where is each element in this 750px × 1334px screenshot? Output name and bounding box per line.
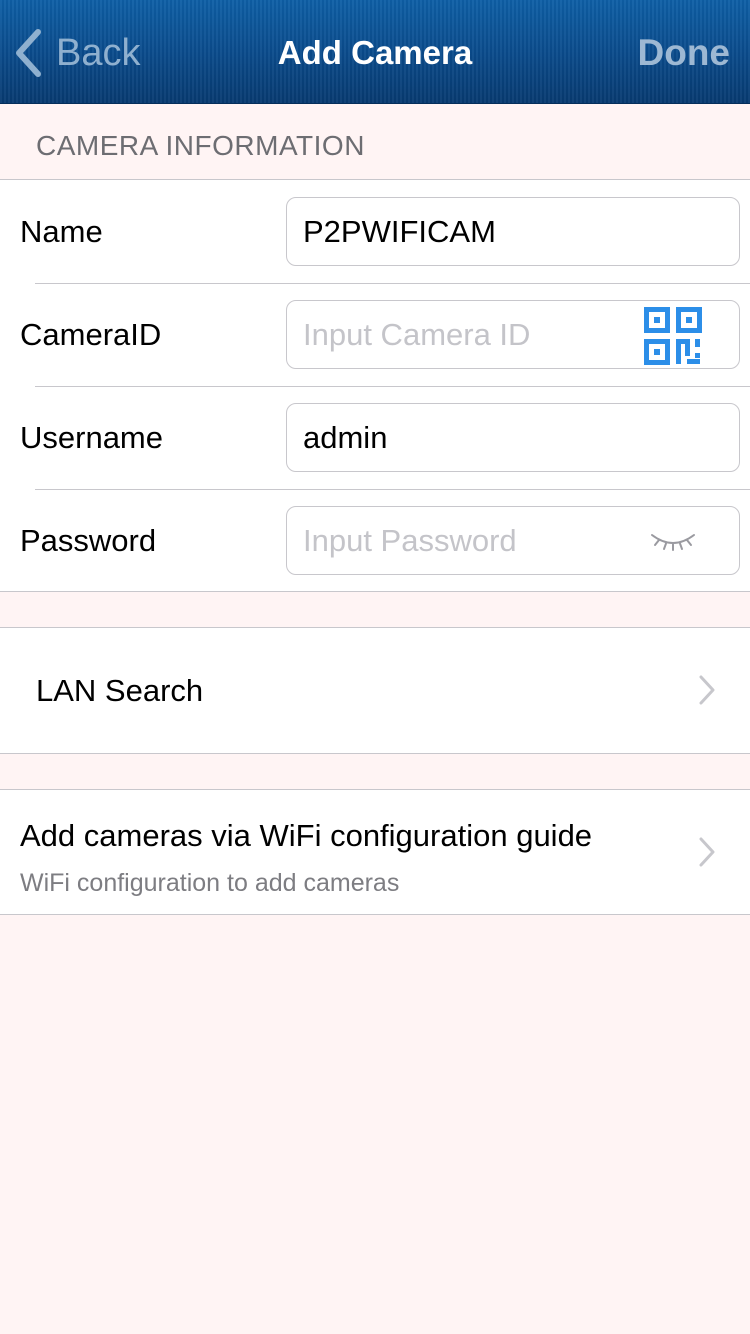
name-input[interactable] — [303, 198, 633, 265]
qr-code-icon[interactable] — [643, 306, 703, 366]
camera-info-form: Name CameraID — [0, 179, 750, 592]
lan-search-title: LAN Search — [36, 673, 204, 708]
back-button[interactable]: Back — [14, 24, 140, 82]
name-label: Name — [20, 214, 103, 249]
wifi-guide-subtitle: WiFi configuration to add cameras — [20, 869, 400, 897]
username-field-box — [286, 403, 740, 472]
password-input[interactable] — [303, 507, 633, 574]
chevron-right-icon — [699, 675, 715, 705]
password-label: Password — [20, 523, 157, 558]
section-header-camera-information: CAMERA INFORMATION — [36, 130, 365, 161]
wifi-guide-title: Add cameras via WiFi configuration guide — [20, 818, 593, 853]
username-input[interactable] — [303, 404, 633, 471]
lan-search-cell[interactable]: LAN Search — [0, 627, 750, 754]
form-row-username: Username — [0, 386, 750, 489]
chevron-right-icon — [699, 837, 715, 867]
chevron-left-icon — [16, 29, 41, 77]
username-label: Username — [20, 420, 163, 455]
form-row-camera-id: CameraID — [0, 283, 750, 386]
form-row-password: Password — [0, 489, 750, 592]
form-row-name: Name — [0, 180, 750, 283]
navigation-bar: Back Add Camera Done — [0, 0, 750, 104]
camera-id-field-box — [286, 300, 740, 369]
password-field-box — [286, 506, 740, 575]
name-field-box — [286, 197, 740, 266]
back-button-label: Back — [56, 32, 141, 74]
done-button[interactable]: Done — [638, 24, 731, 82]
eye-closed-icon[interactable] — [649, 527, 697, 555]
camera-id-input[interactable] — [303, 301, 633, 368]
camera-id-label: CameraID — [20, 317, 162, 352]
wifi-guide-cell[interactable]: Add cameras via WiFi configuration guide… — [0, 789, 750, 915]
